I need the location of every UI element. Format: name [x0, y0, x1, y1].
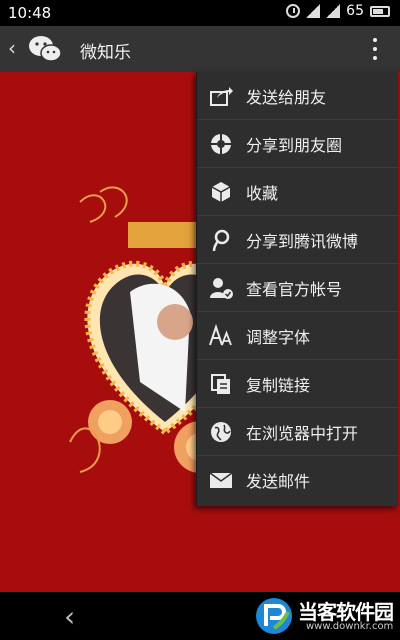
nav-back-icon[interactable]: ‹ — [64, 600, 75, 633]
menu-item-font-size[interactable]: 调整字体 — [197, 312, 398, 360]
back-chevron-icon[interactable]: ‹ — [8, 36, 16, 60]
menu-item-label: 收藏 — [246, 183, 279, 203]
wifi-icon — [306, 4, 321, 18]
watermark-logo: 当客软件园 www.downkr.com — [254, 594, 394, 638]
favorite-box-icon — [211, 181, 231, 202]
official-account-icon — [210, 277, 233, 299]
moments-icon — [211, 133, 231, 154]
menu-item-label: 调整字体 — [246, 327, 311, 347]
menu-item-open-browser[interactable]: 在浏览器中打开 — [197, 408, 398, 456]
watermark-url: www.downkr.com — [306, 621, 394, 632]
menu-item-label: 分享到腾讯微博 — [246, 231, 359, 251]
tencent-weibo-icon — [212, 229, 230, 251]
status-time: 10:48 — [8, 4, 52, 22]
more-options-icon[interactable] — [372, 38, 378, 60]
menu-item-share-moments[interactable]: 分享到朋友圈 — [197, 120, 398, 168]
menu-item-copy-link[interactable]: 复制链接 — [197, 360, 398, 408]
font-size-icon — [209, 323, 232, 345]
mail-icon — [209, 472, 233, 488]
navigation-bar: ‹ 当客软件园 www.downkr.com — [0, 592, 400, 640]
share-forward-icon — [210, 86, 233, 106]
menu-item-official-account[interactable]: 查看官方帐号 — [197, 264, 398, 312]
action-bar: ‹ 微知乐 — [0, 26, 400, 72]
menu-item-share-weibo[interactable]: 分享到腾讯微博 — [197, 216, 398, 264]
menu-item-favorite[interactable]: 收藏 — [197, 168, 398, 216]
menu-item-label: 复制链接 — [246, 375, 311, 395]
battery-icon — [370, 5, 390, 17]
page-title: 微知乐 — [80, 43, 131, 63]
status-icons: 65 — [286, 3, 390, 19]
alarm-icon — [286, 4, 301, 18]
menu-item-label: 查看官方帐号 — [246, 279, 343, 299]
brand-logo-icon — [256, 598, 292, 634]
menu-item-label: 在浏览器中打开 — [246, 423, 359, 443]
overflow-menu: 发送给朋友 分享到朋友圈 收藏 分享到腾讯微博 查看官方帐号 调整字体 复制链接… — [196, 72, 398, 506]
globe-icon — [211, 421, 231, 442]
menu-item-send-to-friend[interactable]: 发送给朋友 — [197, 72, 398, 120]
signal-icon — [326, 4, 341, 18]
menu-item-label: 发送邮件 — [246, 472, 311, 491]
menu-item-label: 发送给朋友 — [246, 87, 327, 107]
menu-item-label: 分享到朋友圈 — [246, 135, 343, 155]
copy-link-icon — [211, 373, 230, 394]
wechat-logo-icon — [29, 36, 62, 62]
status-bar: 10:48 65 — [0, 0, 400, 26]
menu-item-send-email[interactable]: 发送邮件 — [197, 456, 398, 504]
battery-level: 65 — [346, 3, 364, 19]
